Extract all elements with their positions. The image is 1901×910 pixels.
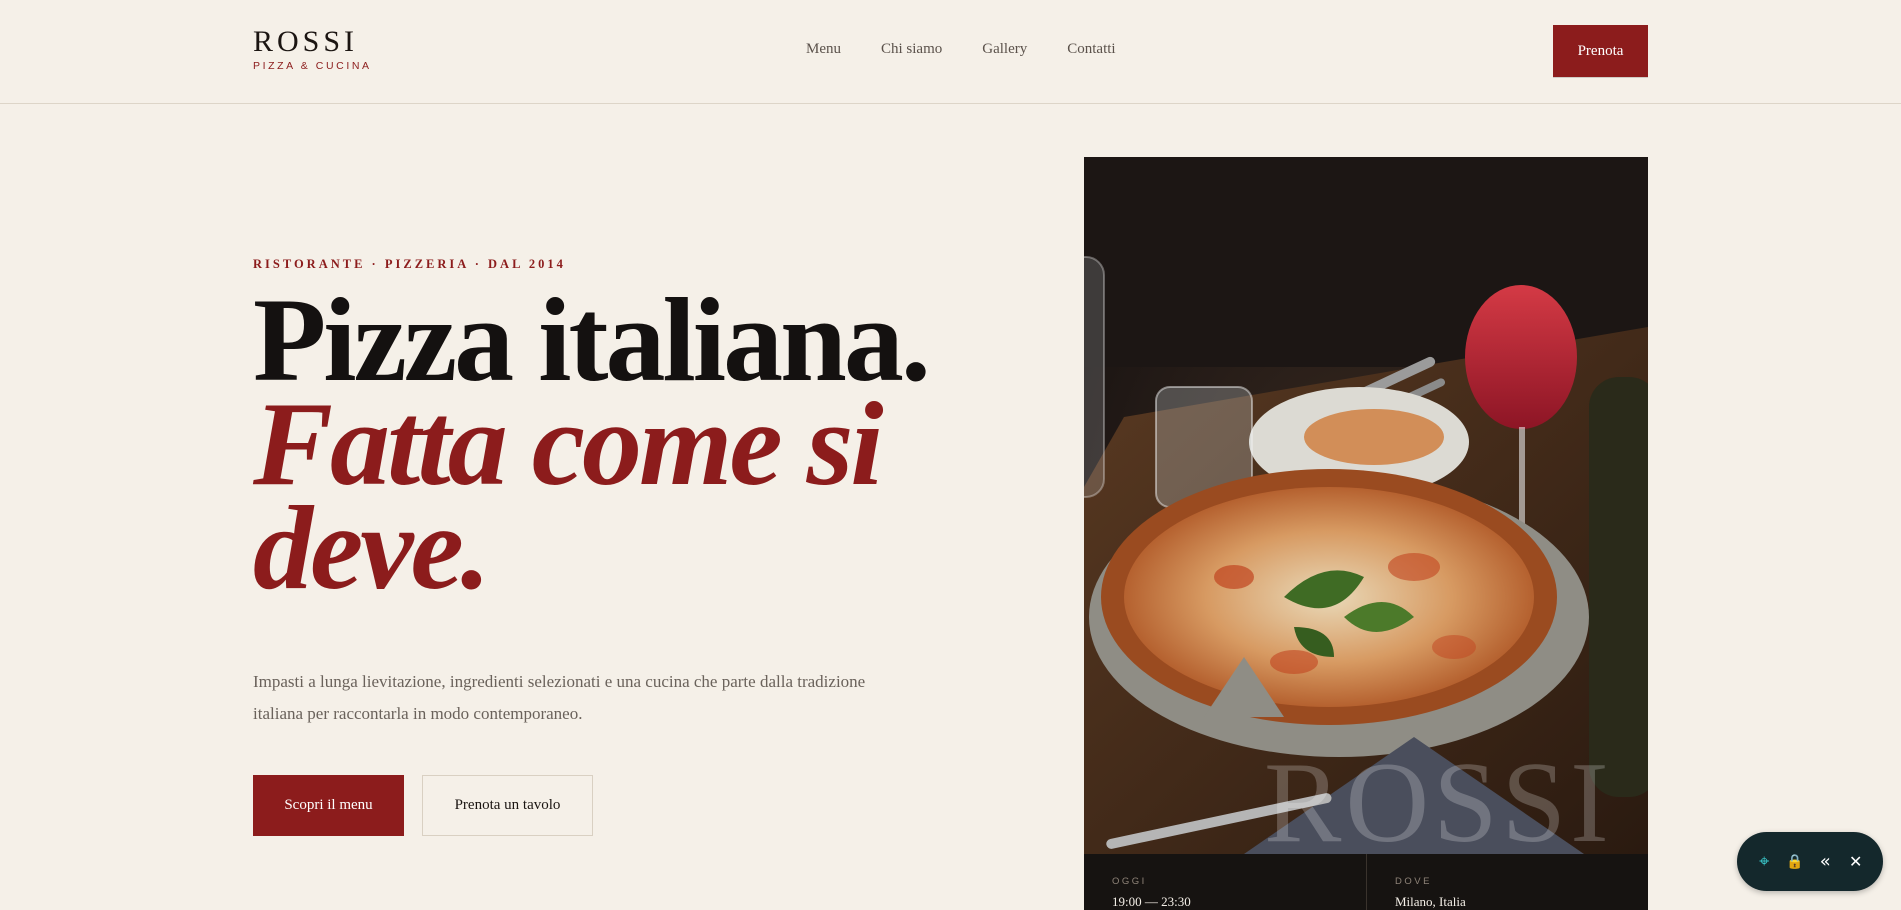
hero-lead: Impasti a lunga lievitazione, ingredient… <box>253 672 866 723</box>
logo-tagline: PIZZA & CUCINA <box>253 60 372 72</box>
lock-icon[interactable]: 🔒 <box>1784 851 1806 873</box>
nav-item-gallery[interactable]: Gallery <box>982 41 1027 58</box>
close-icon[interactable]: ✕ <box>1845 851 1867 873</box>
info-location-value: Milano, Italia <box>1395 894 1466 909</box>
nav-item-chi-siamo[interactable]: Chi siamo <box>881 41 942 58</box>
site-header: ROSSI PIZZA & CUCINA Menu Chi siamo Gall… <box>0 0 1901 104</box>
logo-name: ROSSI <box>253 25 359 58</box>
info-hours: OGGI 19:00 — 23:30 <box>1084 854 1366 910</box>
logo[interactable]: ROSSI PIZZA & CUCINA <box>253 25 372 73</box>
image-watermark: ROSSI <box>1264 739 1613 854</box>
info-hours-label: OGGI <box>1112 876 1147 887</box>
info-location-label: DOVE <box>1395 876 1432 887</box>
info-location: DOVE Milano, Italia <box>1366 854 1648 910</box>
hero-title: Pizza italiana. Fatta come si deve. <box>253 280 953 614</box>
book-button[interactable]: Prenota <box>1553 25 1648 77</box>
hero-eyebrow: RISTORANTE · PIZZERIA · DAL 2014 <box>253 257 566 271</box>
double-chevron-left-icon[interactable]: « <box>1814 851 1836 873</box>
hero-title-line2: Fatta come si deve. <box>253 377 884 614</box>
nav-item-contatti[interactable]: Contatti <box>1067 41 1115 58</box>
nav-item-menu[interactable]: Menu <box>806 41 841 58</box>
menu-button[interactable]: Scopri il menu <box>253 775 404 836</box>
reserve-table-button[interactable]: Prenota un tavolo <box>422 775 593 836</box>
main-nav: Menu Chi siamo Gallery Contatti <box>806 41 1116 58</box>
info-bar: OGGI 19:00 — 23:30 DOVE Milano, Italia <box>1084 854 1648 910</box>
crosshair-icon[interactable]: ⌖ <box>1753 851 1775 873</box>
hero-pizza-photo: ROSSI <box>1084 157 1648 854</box>
floating-toolbar: ⌖ 🔒 « ✕ <box>1737 832 1883 891</box>
info-hours-value: 19:00 — 23:30 <box>1112 894 1191 909</box>
